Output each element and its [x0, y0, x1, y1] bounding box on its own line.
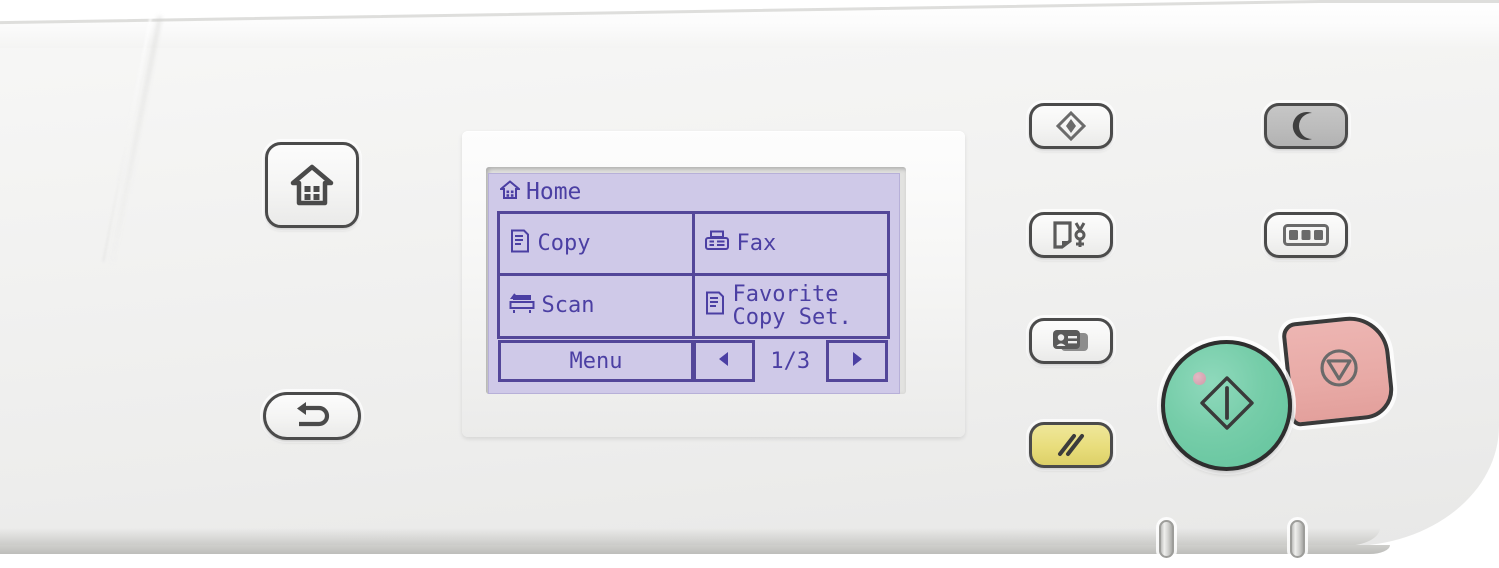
- panel-bottom-edge: [0, 545, 1390, 554]
- lcd-menu-button[interactable]: Menu: [498, 340, 694, 382]
- lcd-next-page-button[interactable]: [826, 340, 888, 382]
- lcd-page-indicator: 1/3: [770, 348, 811, 374]
- double-slash-icon: [1054, 432, 1088, 458]
- lcd-menu-label: Menu: [569, 348, 623, 374]
- lcd-tile-scan[interactable]: Scan: [496, 273, 695, 339]
- lcd-prev-page-button[interactable]: [692, 340, 755, 382]
- stop-key[interactable]: [1280, 312, 1397, 428]
- lcd-tile-grid: Copy Fax Scan Favorite Copy Set.: [496, 210, 890, 339]
- copy-document-icon: [509, 229, 531, 258]
- lcd-screen: Home Copy Fax Scan Favorite Copy Set. Me…: [488, 173, 900, 394]
- printer-control-panel: Home Copy Fax Scan Favorite Copy Set. Me…: [0, 0, 1499, 568]
- diamond-eco-icon: [1056, 111, 1086, 141]
- paper-settings-key[interactable]: [1029, 212, 1113, 258]
- triangle-right-icon: [847, 349, 867, 373]
- stop-icon-wrap: [1318, 347, 1360, 394]
- sleep-energy-saver-key[interactable]: [1264, 103, 1348, 149]
- scanner-icon: [509, 292, 535, 319]
- lcd-tile-label: Copy: [537, 230, 591, 256]
- lcd-tile-copy[interactable]: Copy: [496, 210, 695, 276]
- favorite-copy-icon: [704, 291, 726, 320]
- triangle-left-icon: [714, 349, 734, 373]
- eco-energy-key[interactable]: [1029, 103, 1113, 149]
- fax-machine-icon: [704, 230, 730, 257]
- lcd-bottom-bar: Menu 1/3: [498, 340, 888, 382]
- start-key[interactable]: [1161, 340, 1292, 471]
- status-led: [1193, 372, 1206, 385]
- lcd-tile-label: Fax: [736, 230, 777, 256]
- paper-wrench-icon: [1052, 220, 1090, 250]
- led-indicator-slot-left: [1159, 520, 1174, 558]
- lcd-title-text: Home: [526, 179, 582, 205]
- id-card-icon: [1051, 328, 1091, 354]
- lcd-title-bar: Home: [498, 179, 582, 205]
- id-card-copy-key[interactable]: [1029, 318, 1113, 364]
- numeric-123-icon: [1283, 224, 1329, 246]
- clear-reset-key[interactable]: [1029, 422, 1113, 468]
- back-key[interactable]: [263, 392, 361, 440]
- return-arrow-icon: [289, 401, 335, 431]
- home-icon: [498, 179, 522, 205]
- lcd-tile-favorite-copy-set[interactable]: Favorite Copy Set.: [691, 273, 890, 339]
- numeric-keypad-key[interactable]: [1264, 212, 1348, 258]
- panel-top-bevel: [0, 0, 1499, 48]
- stop-triangle-icon: [1318, 347, 1360, 394]
- lcd-tile-label: Scan: [541, 293, 595, 319]
- house-icon: [290, 164, 334, 206]
- home-key[interactable]: [265, 142, 359, 228]
- crescent-moon-icon: [1292, 111, 1320, 141]
- led-indicator-slot-right: [1290, 520, 1305, 558]
- lcd-tile-label: Favorite Copy Set.: [732, 281, 852, 330]
- lcd-pagination: 1/3: [692, 340, 888, 382]
- lcd-tile-fax[interactable]: Fax: [691, 210, 890, 276]
